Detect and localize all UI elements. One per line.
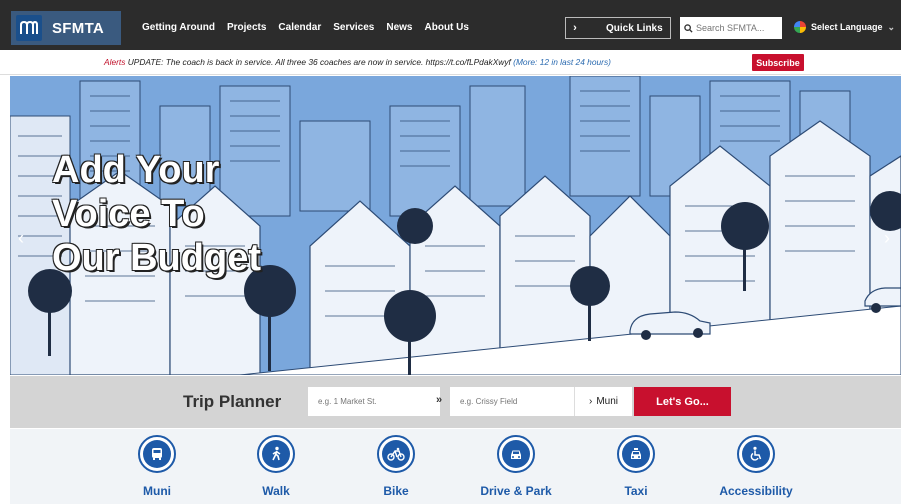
car-icon <box>497 435 535 473</box>
main-nav: Getting Around Projects Calendar Service… <box>142 22 469 33</box>
hero-carousel: Add Your Voice To Our Budget <box>10 76 901 375</box>
quick-links-button[interactable]: › Quick Links <box>565 17 671 39</box>
search-icon[interactable] <box>684 23 693 33</box>
alerts-more-link[interactable]: (More: 12 in last 24 hours) <box>513 57 611 67</box>
mode-muni[interactable]: Muni <box>107 435 207 498</box>
search-box <box>680 17 782 39</box>
chevron-left-icon: ‹ <box>18 227 24 248</box>
walking-person-icon <box>257 435 295 473</box>
trip-destination-input[interactable] <box>450 387 574 416</box>
trip-origin-input[interactable] <box>308 387 440 416</box>
language-label: Select Language <box>811 22 883 32</box>
chevron-right-icon: › <box>588 396 593 407</box>
taxi-icon <box>617 435 655 473</box>
mode-walk-label: Walk <box>262 484 290 498</box>
lets-go-button[interactable]: Let's Go... <box>634 387 731 416</box>
hero-headline-line-2: Voice To <box>52 193 205 235</box>
nav-getting-around[interactable]: Getting Around <box>142 22 215 33</box>
nav-services[interactable]: Services <box>333 22 374 33</box>
quick-links-label: Quick Links <box>606 22 663 34</box>
mode-drive-park[interactable]: Drive & Park <box>466 435 566 498</box>
nav-projects[interactable]: Projects <box>227 22 266 33</box>
chevron-right-icon: › <box>573 22 577 34</box>
mode-walk[interactable]: Walk <box>226 435 326 498</box>
alert-message[interactable]: Alerts UPDATE: The coach is back in serv… <box>104 57 611 67</box>
alerts-label: Alerts <box>104 57 126 67</box>
chevron-down-icon: ⌄ <box>887 21 896 32</box>
mode-bike[interactable]: Bike <box>346 435 446 498</box>
subscribe-button[interactable]: Subscribe <box>752 54 804 71</box>
nav-calendar[interactable]: Calendar <box>278 22 321 33</box>
top-navigation-bar: SFMTA Getting Around Projects Calendar S… <box>0 0 901 50</box>
mode-muni-label: Muni <box>143 484 171 498</box>
nav-news[interactable]: News <box>386 22 412 33</box>
mode-bike-label: Bike <box>383 484 409 498</box>
carousel-next-button[interactable]: › <box>876 223 898 253</box>
trip-planner-title: Trip Planner <box>183 392 282 411</box>
nav-about-us[interactable]: About Us <box>425 22 469 33</box>
trip-planner: Trip Planner » › Muni Let's Go... <box>10 376 901 428</box>
hero-headline[interactable]: Add Your Voice To Our Budget <box>52 148 261 280</box>
brand-name: SFMTA <box>52 19 105 37</box>
mode-taxi[interactable]: Taxi <box>586 435 686 498</box>
sfmta-homepage: SFMTA Getting Around Projects Calendar S… <box>0 0 901 504</box>
mode-drive-park-label: Drive & Park <box>480 484 552 498</box>
trip-direction-icon: » <box>436 394 443 406</box>
google-translate-icon <box>794 21 806 33</box>
mode-accessibility[interactable]: Accessibility <box>706 435 806 498</box>
carousel-prev-button[interactable]: ‹ <box>10 223 32 253</box>
sfmta-logo[interactable]: SFMTA <box>11 11 121 45</box>
alert-text: UPDATE: The coach is back in service. Al… <box>125 57 514 67</box>
chevron-right-icon: › <box>884 227 890 248</box>
mode-accessibility-label: Accessibility <box>719 484 793 498</box>
transport-modes: Muni Walk Bike Drive & Park Taxi Accessi… <box>10 429 901 504</box>
wheelchair-icon <box>737 435 775 473</box>
muni-worm-logo-icon <box>16 15 42 41</box>
trip-mode-select[interactable]: › Muni <box>574 387 632 416</box>
hero-headline-line-1: Add Your <box>52 149 220 191</box>
mode-taxi-label: Taxi <box>624 484 648 498</box>
bus-icon <box>138 435 176 473</box>
search-input[interactable] <box>696 23 780 33</box>
hero-headline-line-3: Our Budget <box>52 237 261 279</box>
trip-mode-label: Muni <box>596 396 619 407</box>
language-selector[interactable]: Select Language ⌄ <box>794 21 895 33</box>
bicycle-icon <box>377 435 415 473</box>
